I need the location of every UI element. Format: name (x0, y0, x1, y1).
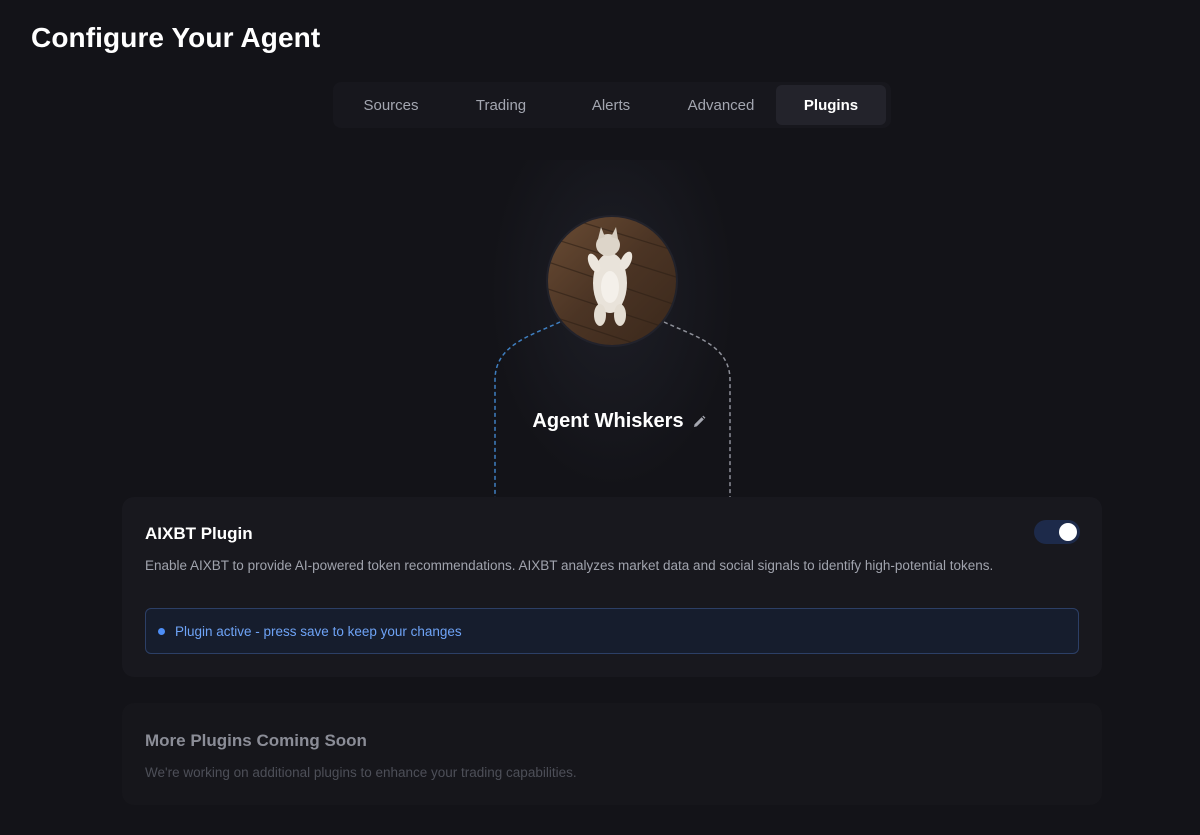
coming-soon-card: More Plugins Coming Soon We're working o… (122, 703, 1102, 805)
pencil-icon[interactable] (692, 415, 706, 429)
aixbt-plugin-card: AIXBT Plugin Enable AIXBT to provide AI-… (122, 497, 1102, 677)
agent-name-row: Agent Whiskers (0, 410, 1200, 433)
coming-soon-title: More Plugins Coming Soon (145, 731, 367, 750)
plugin-toggle[interactable] (1034, 520, 1080, 544)
cat-photo-icon (548, 217, 676, 345)
agent-name: Agent Whiskers (532, 410, 684, 432)
toggle-knob (1059, 523, 1077, 541)
plugin-status-banner: Plugin active - press save to keep your … (145, 608, 1079, 654)
configure-agent-page: Configure Your Agent Sources Trading Ale… (0, 0, 1200, 835)
status-dot-icon (158, 627, 165, 635)
agent-avatar[interactable] (548, 217, 676, 345)
plugin-title: AIXBT Plugin (145, 524, 253, 543)
coming-soon-description: We're working on additional plugins to e… (145, 765, 577, 780)
status-text: Plugin active - press save to keep your … (175, 623, 462, 639)
plugin-description: Enable AIXBT to provide AI-powered token… (145, 558, 994, 573)
